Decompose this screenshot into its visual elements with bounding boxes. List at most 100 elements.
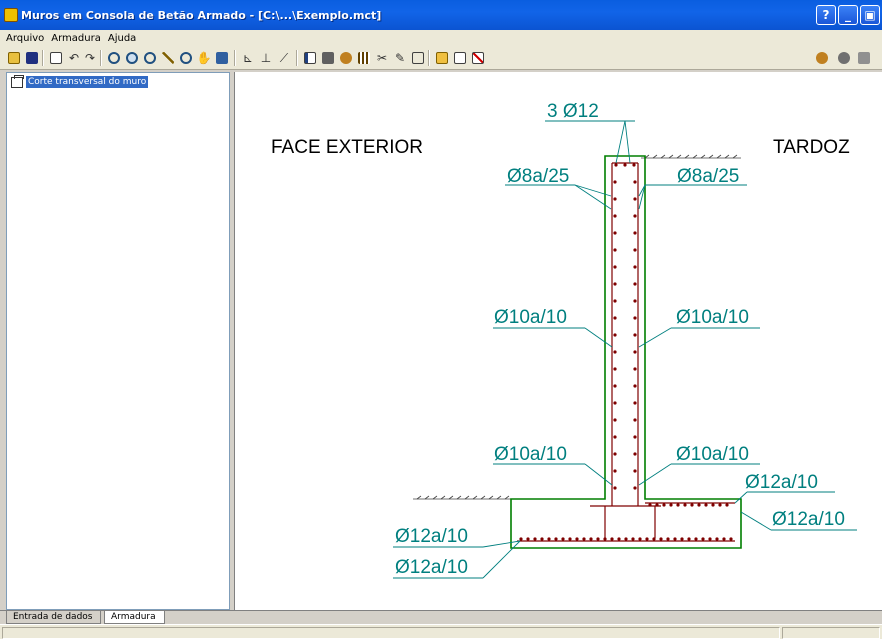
edit-rebar-icon[interactable]: ✎ xyxy=(392,50,408,66)
restore-button[interactable]: ▣ xyxy=(860,5,880,25)
measure-icon[interactable] xyxy=(160,50,176,66)
rebar-dot xyxy=(613,197,617,201)
layout-icon[interactable] xyxy=(302,50,318,66)
tree-item-cross-section[interactable]: Corte transversal do muro xyxy=(11,74,149,89)
rebar-dot xyxy=(631,537,635,541)
undo-icon[interactable]: ↶ xyxy=(66,50,82,66)
rebar-dot xyxy=(711,503,715,507)
ground-hatch-left xyxy=(413,495,511,500)
rebar-dot xyxy=(633,401,637,405)
minimize-button[interactable]: _ xyxy=(838,5,858,25)
rebar-dot xyxy=(666,537,670,541)
rebar-dot xyxy=(613,282,617,286)
rebar-dot xyxy=(613,469,617,473)
add-icon[interactable] xyxy=(452,50,468,66)
title-bar: Muros em Consola de Betão Armado - [C:\.… xyxy=(0,0,882,30)
rebar-dot xyxy=(624,537,628,541)
rebar-dot xyxy=(610,537,614,541)
rebar-dot xyxy=(633,435,637,439)
render-icon[interactable] xyxy=(836,50,852,66)
dimension-y-icon[interactable]: ⊥ xyxy=(258,50,274,66)
rebar-dot xyxy=(613,231,617,235)
rebar-dot xyxy=(589,537,593,541)
rebar-dot xyxy=(633,384,637,388)
label-left-top: Ø8a/25 xyxy=(507,166,569,187)
dimension-oblique-icon[interactable]: ⟋ xyxy=(276,50,292,66)
rebar-dot xyxy=(676,503,680,507)
menu-arquivo[interactable]: Arquivo xyxy=(6,33,44,44)
zoom-out-icon[interactable] xyxy=(142,50,158,66)
tab-entrada-de-dados[interactable]: Entrada de dados xyxy=(6,611,102,624)
rebar-dot xyxy=(708,537,712,541)
drawing-canvas[interactable]: 3 Ø12 Ø8a/25 Ø8a/25 Ø10a/10 Ø10a/10 Ø10a… xyxy=(234,72,882,610)
rebar-dot xyxy=(683,503,687,507)
help-tool-icon[interactable] xyxy=(814,50,830,66)
rebar-dot xyxy=(613,452,617,456)
rebar-dot xyxy=(633,469,637,473)
rebar-dot xyxy=(633,214,637,218)
rebar-dot xyxy=(603,537,607,541)
label-right-low: Ø10a/10 xyxy=(676,444,749,465)
label-left-low: Ø10a/10 xyxy=(494,444,567,465)
rebar-dot xyxy=(613,418,617,422)
toolbar: ↶ ↷ ✋ ⊾ ⊥ ⟋ ✂ ✎ xyxy=(0,46,882,70)
rebar-dot xyxy=(613,248,617,252)
settings-icon[interactable] xyxy=(338,50,354,66)
help-button[interactable]: ? xyxy=(816,5,836,25)
rebar-dot xyxy=(659,537,663,541)
rebar-dot xyxy=(680,537,684,541)
label-right-top: Ø8a/25 xyxy=(677,166,739,187)
status-pane-secondary xyxy=(782,627,880,639)
print-icon[interactable] xyxy=(48,50,64,66)
layers-icon[interactable] xyxy=(320,50,336,66)
rebar-dot xyxy=(633,418,637,422)
rebar-dot xyxy=(697,503,701,507)
zoom-window-icon[interactable] xyxy=(106,50,122,66)
rebar-dot xyxy=(704,503,708,507)
label-right-mid: Ø10a/10 xyxy=(676,307,749,328)
rebar-dot xyxy=(687,537,691,541)
open-icon[interactable] xyxy=(6,50,22,66)
rebar-dot xyxy=(613,214,617,218)
rebar-dot xyxy=(568,537,572,541)
rebar-dot xyxy=(613,367,617,371)
rebar-dot xyxy=(669,503,673,507)
camera-icon[interactable] xyxy=(856,50,872,66)
label-top-bars: 3 Ø12 xyxy=(547,101,599,122)
rebar-dot xyxy=(729,537,733,541)
rebar-dot xyxy=(519,537,523,541)
app-icon xyxy=(4,8,18,22)
rebar-dot xyxy=(715,537,719,541)
rebar-dot xyxy=(633,180,637,184)
label-face-exterior: FACE EXTERIOR xyxy=(271,137,423,158)
rebar-dot xyxy=(613,486,617,490)
rebar-dot xyxy=(613,333,617,337)
rebar-dot xyxy=(623,163,627,167)
rebar-dot xyxy=(645,537,649,541)
tab-armadura[interactable]: Armadura xyxy=(104,611,165,624)
dimension-x-icon[interactable]: ⊾ xyxy=(240,50,256,66)
zoom-extents-icon[interactable] xyxy=(178,50,194,66)
label-heel-right: Ø12a/10 xyxy=(772,509,845,530)
rebar-dot xyxy=(582,537,586,541)
rebar-dot xyxy=(554,537,558,541)
rebar-dot xyxy=(526,537,530,541)
menu-ajuda[interactable]: Ajuda xyxy=(108,33,136,44)
pan-icon[interactable]: ✋ xyxy=(196,50,212,66)
view-3d-icon[interactable] xyxy=(410,50,426,66)
delete-rebar-icon[interactable]: ✂ xyxy=(374,50,390,66)
rebar-dot xyxy=(694,537,698,541)
redo-icon[interactable]: ↷ xyxy=(82,50,98,66)
rebar-dot xyxy=(613,401,617,405)
rebar-dot xyxy=(540,537,544,541)
refresh-icon[interactable] xyxy=(214,50,230,66)
rebar-dot xyxy=(547,537,551,541)
zoom-in-icon[interactable] xyxy=(124,50,140,66)
insert-icon[interactable] xyxy=(434,50,450,66)
rebar-dot xyxy=(596,537,600,541)
save-icon[interactable] xyxy=(24,50,40,66)
grid-icon[interactable] xyxy=(356,50,372,66)
remove-icon[interactable] xyxy=(470,50,486,66)
rebar-dot xyxy=(655,503,659,507)
menu-armadura[interactable]: Armadura xyxy=(51,33,101,44)
